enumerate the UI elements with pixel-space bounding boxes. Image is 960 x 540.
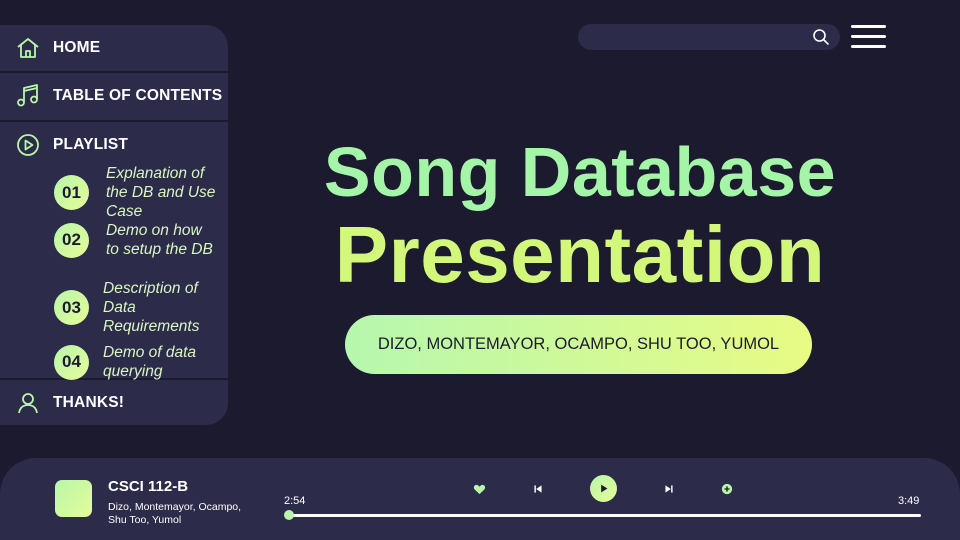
sidebar-item-thanks[interactable]: THANKS!	[0, 380, 228, 425]
page-title-line1: Song Database	[323, 133, 837, 211]
previous-track-icon[interactable]	[531, 482, 545, 496]
playlist-item-text: Explanation of the DB and Use Case	[106, 165, 216, 220]
progress-handle[interactable]	[284, 510, 294, 520]
sidebar-item-label: PLAYLIST	[53, 136, 129, 153]
playlist-item-number: 03	[54, 290, 89, 325]
user-icon	[15, 390, 41, 416]
playlist-item-04[interactable]: 04 Demo of data querying	[54, 343, 221, 381]
sidebar-item-playlist[interactable]: PLAYLIST	[15, 132, 128, 158]
sidebar-item-label: THANKS!	[53, 394, 125, 411]
playlist-item-text: Demo of data querying	[103, 344, 197, 380]
play-button[interactable]	[590, 475, 617, 502]
sidebar-section-playlist: PLAYLIST 01 Explanation of the DB and Us…	[0, 122, 228, 381]
authors-badge: DIZO, MONTEMAYOR, OCAMPO, SHU TOO, YUMOL	[345, 315, 812, 374]
add-icon[interactable]	[720, 482, 734, 496]
playlist-item-01[interactable]: 01 Explanation of the DB and Use Case	[54, 164, 224, 221]
time-total: 3:49	[898, 495, 920, 507]
hamburger-menu-icon[interactable]	[851, 25, 886, 49]
album-art	[55, 480, 92, 517]
playlist-item-number: 02	[54, 222, 89, 258]
sidebar-item-toc[interactable]: TABLE OF CONTENTS	[0, 73, 228, 120]
playlist-item-02[interactable]: 02 Demo on how to setup the DB	[54, 221, 218, 259]
play-circle-icon	[15, 132, 41, 158]
search-icon[interactable]	[812, 28, 830, 46]
playlist-item-text: Demo on how to setup the DB	[106, 222, 213, 258]
sidebar: HOME TABLE OF CONTENTS PLAYLIST 01 Expla…	[0, 25, 228, 425]
playlist-item-number: 01	[54, 175, 89, 210]
sidebar-item-label: HOME	[53, 39, 101, 56]
next-track-icon[interactable]	[662, 482, 676, 496]
player-bar: CSCI 112-B Dizo, Montemayor, Ocampo, Shu…	[0, 458, 960, 540]
play-icon	[601, 484, 608, 493]
sidebar-item-home[interactable]: HOME	[0, 25, 228, 71]
playlist-item-text: Description of Data Requirements	[103, 280, 200, 335]
page-title-line2: Presentation	[334, 210, 826, 299]
track-artist: Dizo, Montemayor, Ocampo, Shu Too, Yumol	[108, 501, 242, 526]
heart-icon[interactable]	[472, 482, 486, 496]
search-bar[interactable]	[578, 24, 840, 50]
time-current: 2:54	[284, 495, 306, 507]
progress-bar[interactable]	[284, 510, 921, 520]
track-title: CSCI 112-B	[108, 478, 189, 495]
playlist-item-03[interactable]: 03 Description of Data Requirements	[54, 279, 221, 336]
sidebar-item-label: TABLE OF CONTENTS	[53, 87, 223, 104]
authors-text: DIZO, MONTEMAYOR, OCAMPO, SHU TOO, YUMOL	[377, 335, 780, 353]
home-icon	[15, 35, 41, 61]
playlist-item-number: 04	[54, 344, 89, 380]
music-note-icon	[15, 83, 41, 109]
